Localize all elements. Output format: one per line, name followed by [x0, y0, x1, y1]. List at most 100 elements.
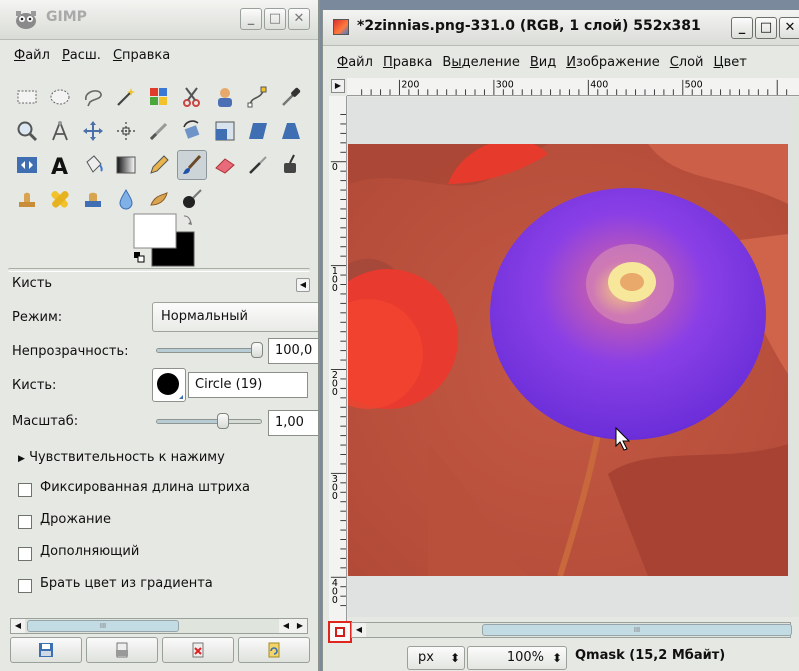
flip-tool[interactable]	[12, 150, 42, 180]
scale-slider-thumb[interactable]	[217, 413, 229, 429]
paintbrush-tool[interactable]	[177, 150, 207, 180]
fuzzy-select-tool[interactable]	[111, 82, 141, 112]
opacity-slider[interactable]	[156, 342, 263, 358]
free-select-tool[interactable]	[78, 82, 108, 112]
jitter-checkbox[interactable]	[18, 515, 32, 529]
toolbox-menu-2[interactable]: Справка	[113, 43, 170, 69]
perspective-clone-tool[interactable]	[78, 184, 108, 214]
rect-select-tool[interactable]	[12, 82, 42, 112]
fixed-stroke-checkbox[interactable]	[18, 483, 32, 497]
eyedropper-icon	[282, 87, 301, 106]
scissors-select-tool[interactable]	[177, 82, 207, 112]
image-menu-6[interactable]: Цвет	[714, 50, 747, 74]
rotate-tool[interactable]	[177, 116, 207, 146]
fg-bg-color-swatches[interactable]	[130, 212, 200, 268]
opacity-field[interactable]: 100,0	[268, 338, 318, 364]
smudge-tool[interactable]	[144, 184, 174, 214]
image-menu-1[interactable]: Правка	[383, 50, 432, 74]
triangle-right-icon: ▶	[18, 454, 25, 464]
toolbox-titlebar[interactable]: GIMP _ □ ✕	[0, 0, 318, 40]
image-menu-2[interactable]: Выделение	[442, 50, 519, 74]
quick-mask-icon	[335, 627, 345, 637]
image-menu-5[interactable]: Слой	[670, 50, 704, 74]
image-maximize-button[interactable]: □	[755, 17, 777, 39]
brush-name-field[interactable]: Circle (19)	[188, 372, 308, 398]
scale-field[interactable]: 1,00	[268, 410, 318, 436]
image-menu-4[interactable]: Изображение	[566, 50, 660, 74]
toolbox-hscrollbar[interactable]: ◀ III ◀ ▶	[10, 618, 308, 634]
clone-tool[interactable]	[12, 184, 42, 214]
image-minimize-button[interactable]: _	[731, 17, 753, 39]
incremental-checkbox[interactable]	[18, 547, 32, 561]
scroll-right-button[interactable]: ▶	[293, 619, 307, 633]
image-vscrollbar[interactable]	[791, 97, 799, 617]
shear-tool[interactable]	[243, 116, 273, 146]
minimize-button[interactable]: _	[240, 8, 262, 30]
zoom-tool[interactable]	[12, 116, 42, 146]
image-menu-button[interactable]: ▶	[331, 79, 345, 93]
unit-combo[interactable]: px ⬍	[407, 646, 465, 670]
image-hscrollbar[interactable]: ◀ III	[351, 622, 792, 638]
horizontal-ruler[interactable]: 200 300 400 500	[347, 78, 799, 96]
restore-options-button[interactable]	[86, 637, 158, 663]
measure-tool[interactable]	[45, 116, 75, 146]
scroll-left-button-2[interactable]: ◀	[279, 619, 293, 633]
save-options-button[interactable]	[10, 637, 82, 663]
arrow-left-icon: ◀	[355, 625, 363, 634]
eraser-tool[interactable]	[210, 150, 240, 180]
magnifier-icon	[17, 121, 38, 142]
scale-slider[interactable]	[156, 413, 262, 429]
bucket-fill-tool[interactable]	[78, 150, 108, 180]
image-menu-0[interactable]: Файл	[337, 50, 373, 74]
toolbox-menubar: Файл Расш. Справка	[0, 43, 318, 69]
image-menu-3[interactable]: Вид	[530, 50, 556, 74]
text-tool[interactable]: A	[45, 150, 75, 180]
align-tool[interactable]	[111, 116, 141, 146]
brush-preview-button[interactable]	[152, 368, 186, 402]
image-canvas[interactable]	[348, 144, 788, 576]
toolbox-menu-1[interactable]: Расш.	[62, 43, 101, 69]
heal-tool[interactable]	[45, 184, 75, 214]
move-tool[interactable]	[78, 116, 108, 146]
scroll-left-button[interactable]: ◀	[11, 619, 25, 633]
opacity-slider-thumb[interactable]	[251, 342, 263, 358]
dodge-burn-tool[interactable]	[177, 184, 207, 214]
toolbox-scroll-thumb[interactable]: III	[27, 620, 179, 632]
circle-brush-icon	[157, 373, 183, 399]
image-scroll-thumb[interactable]: III	[482, 624, 792, 636]
delete-options-button[interactable]	[162, 637, 234, 663]
ellipse-select-tool[interactable]	[45, 82, 75, 112]
bandage-icon	[51, 191, 69, 208]
perspective-tool[interactable]	[276, 116, 306, 146]
use-gradient-checkbox[interactable]	[18, 579, 32, 593]
pressure-expander[interactable]: ▶ Чувствительность к нажиму	[18, 450, 225, 465]
vertical-ruler[interactable]: 0100200300400	[329, 96, 347, 626]
scale-tool[interactable]	[210, 116, 240, 146]
pencil-tool[interactable]	[144, 150, 174, 180]
pencil-icon	[150, 155, 169, 174]
select-by-color-tool[interactable]	[144, 82, 174, 112]
minimize-icon: _	[247, 11, 255, 26]
ink-tool[interactable]	[276, 150, 306, 180]
crop-tool[interactable]	[144, 116, 174, 146]
canvas-area[interactable]	[348, 97, 799, 617]
blur-tool[interactable]	[111, 184, 141, 214]
mode-combo[interactable]: Нормальный	[152, 302, 318, 332]
tool-options-menu-button[interactable]: ◀	[296, 278, 310, 292]
maximize-button[interactable]: □	[264, 8, 286, 30]
toolbox-menu-0[interactable]: Файл	[14, 43, 50, 69]
reset-options-button[interactable]	[238, 637, 310, 663]
zoom-combo[interactable]: 100% ⬍	[467, 646, 567, 670]
close-button[interactable]: ✕	[288, 8, 310, 30]
quick-mask-toggle-button[interactable]	[328, 621, 352, 643]
blend-tool[interactable]	[111, 150, 141, 180]
image-window-titlebar[interactable]: *2zinnias.png-331.0 (RGB, 1 слой) 552x38…	[323, 10, 799, 46]
floppy-icon	[39, 643, 53, 657]
foreground-select-tool[interactable]	[210, 82, 240, 112]
dock-separator[interactable]	[8, 268, 310, 272]
paths-tool[interactable]	[243, 82, 273, 112]
color-picker-tool[interactable]	[276, 82, 306, 112]
airbrush-tool[interactable]	[243, 150, 273, 180]
image-close-button[interactable]: ✕	[779, 17, 799, 39]
image-scroll-left-button[interactable]: ◀	[352, 623, 366, 637]
